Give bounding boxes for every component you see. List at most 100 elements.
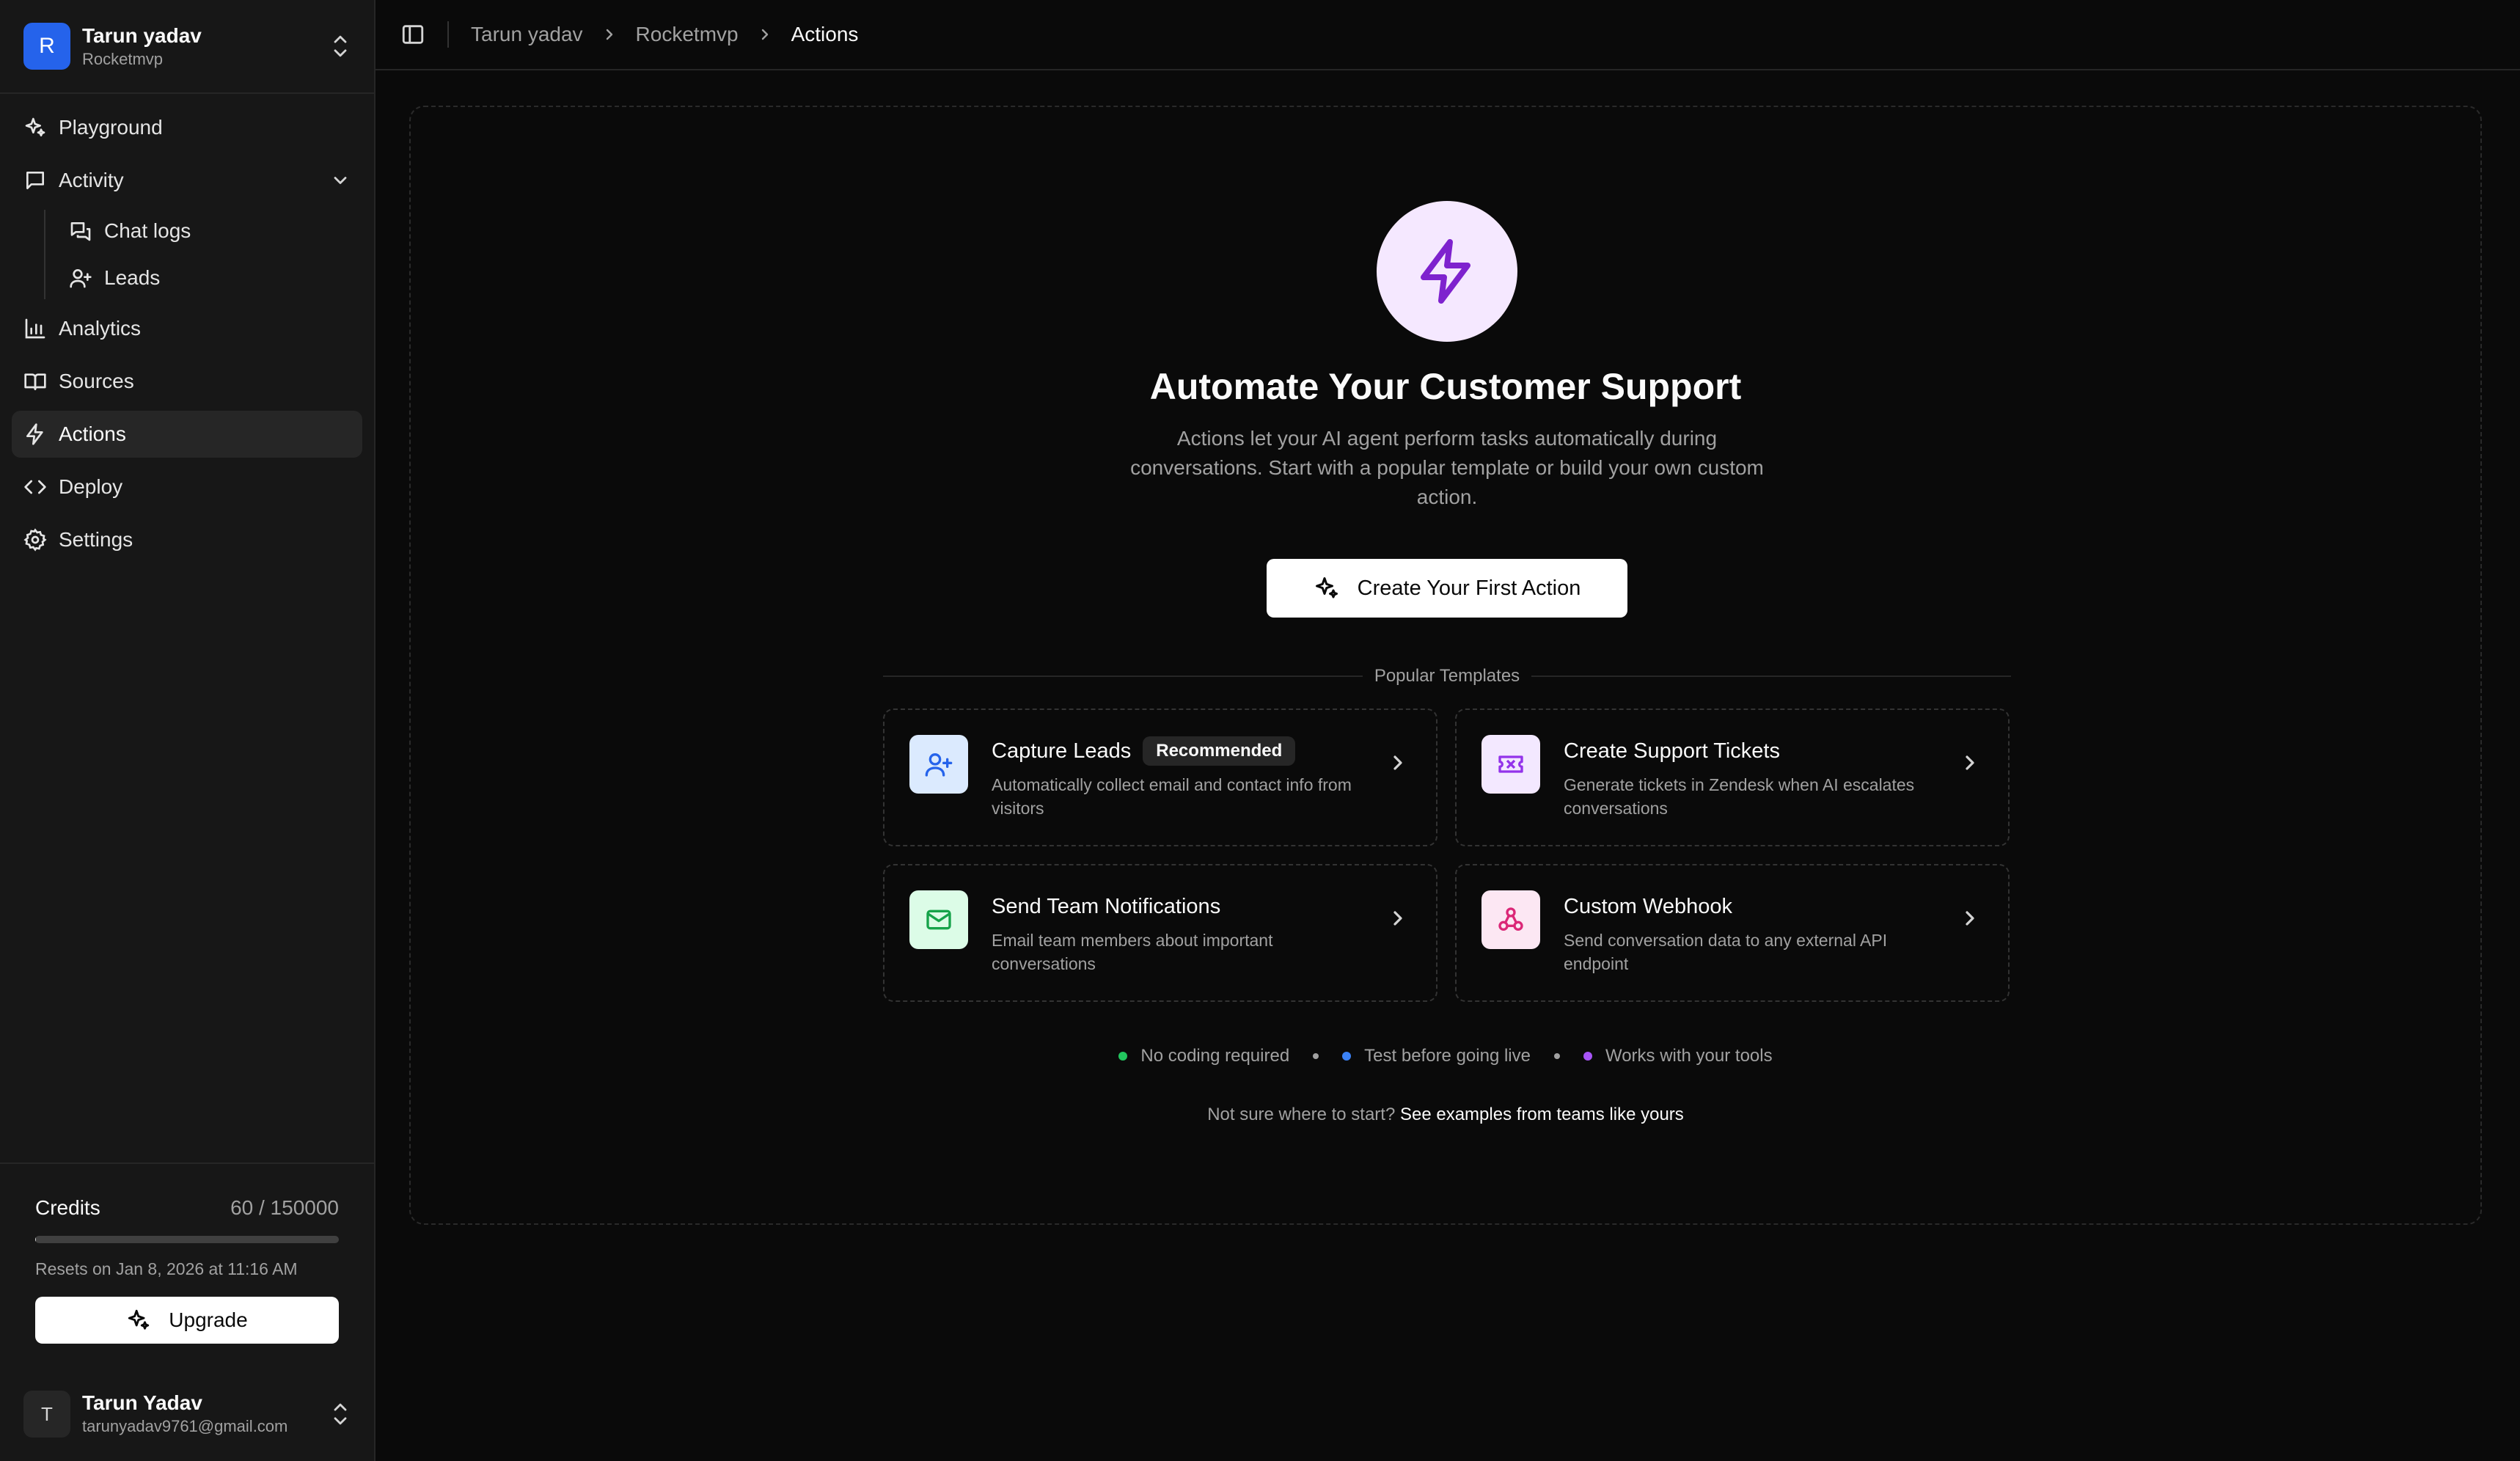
sidebar-item-actions[interactable]: Actions [12,411,362,458]
feature-item: Works with your tools [1583,1046,1773,1066]
template-title: Custom Webhook [1564,895,1732,918]
create-first-action-button[interactable]: Create Your First Action [1267,559,1627,618]
ticket-icon [1481,735,1540,794]
examples-link[interactable]: See examples from teams like yours [1400,1105,1684,1124]
feature-label: No coding required [1140,1046,1290,1066]
templates-divider: Popular Templates [883,666,2011,686]
upgrade-label: Upgrade [169,1308,248,1331]
feature-list: No coding required Test before going liv… [411,1046,2480,1066]
avatar: T [23,1391,70,1438]
sidebar-item-leads[interactable]: Leads [59,257,362,299]
template-description: Email team members about important conve… [992,931,1273,973]
chevron-right-icon [1958,751,1982,775]
upgrade-button[interactable]: Upgrade [35,1297,339,1344]
topbar: Tarun yadav Rocketmvp Actions [376,0,2520,70]
mail-icon [909,890,968,949]
help-text: Not sure where to start? See examples fr… [411,1105,2480,1125]
credits-progress-bar [35,1236,339,1243]
message-square-icon [23,169,47,192]
template-card-custom-webhook[interactable]: Custom Webhook Send conversation data to… [1455,864,2010,1002]
template-description: Generate tickets in Zendesk when AI esca… [1564,775,1915,818]
sidebar-item-label: Settings [59,528,133,551]
activity-subnav: Chat logs Leads [44,210,362,299]
sidebar-item-label: Deploy [59,475,123,498]
separator-dot [1553,1053,1560,1059]
breadcrumb-current: Actions [791,23,859,45]
feature-label: Test before going live [1364,1046,1531,1066]
credits-progress-fill [35,1236,36,1243]
sidebar-item-label: Sources [59,370,134,392]
sidebar-item-settings[interactable]: Settings [12,516,362,563]
sidebar-item-activity[interactable]: Activity [12,157,362,204]
chevron-right-icon [1958,907,1982,930]
credits-panel: Credits 60 / 150000 Resets on Jan 8, 202… [0,1164,374,1367]
sidebar-item-playground[interactable]: Playground [12,104,362,151]
status-dot [1342,1052,1352,1061]
sparkles-icon [23,116,47,139]
template-title: Capture Leads [992,739,1132,763]
page-title: Automate Your Customer Support [1149,366,1742,407]
sidebar-item-sources[interactable]: Sources [12,358,362,405]
code-icon [23,475,47,499]
chevrons-up-down-icon [334,35,347,57]
workspace-switcher[interactable]: R Tarun yadav Rocketmvp [0,0,374,94]
user-menu[interactable]: T Tarun Yadav tarunyadav9761@gmail.com [0,1367,374,1461]
template-title: Send Team Notifications [992,895,1221,918]
templates-heading: Popular Templates [1374,666,1520,686]
sidebar-item-label: Chat logs [104,219,191,242]
chevrons-up-down-icon [334,1403,347,1425]
workspace-project: Rocketmvp [82,50,164,68]
sidebar-toggle-icon[interactable] [400,22,425,47]
chevron-right-icon [1386,907,1410,930]
credits-reset-text: Resets on Jan 8, 2026 at 11:16 AM [35,1259,298,1278]
credits-label: Credits [35,1196,100,1219]
breadcrumb-workspace[interactable]: Tarun yadav [471,23,583,46]
breadcrumb: Tarun yadav Rocketmvp Actions [471,23,858,46]
user-email: tarunyadav9761@gmail.com [82,1417,288,1435]
empty-state-panel: Automate Your Customer Support Actions l… [409,106,2482,1225]
template-card-team-notifications[interactable]: Send Team Notifications Email team membe… [883,864,1437,1002]
credits-value: 60 / 150000 [230,1196,339,1219]
status-dot [1118,1052,1128,1061]
user-plus-icon [69,266,92,290]
sidebar-item-label: Playground [59,116,163,139]
feature-item: Test before going live [1342,1046,1531,1066]
workspace-avatar: R [23,23,70,70]
feature-label: Works with your tools [1605,1046,1773,1066]
template-description: Automatically collect email and contact … [992,775,1352,818]
main-area: Tarun yadav Rocketmvp Actions Automate Y… [376,0,2520,1461]
user-name: Tarun Yadav [82,1391,202,1414]
zap-icon [23,422,47,446]
sparkles-icon [126,1308,151,1333]
sparkles-icon [1314,575,1340,601]
zap-icon [1377,201,1517,342]
template-card-capture-leads[interactable]: Capture Leads Recommended Automatically … [883,708,1437,846]
breadcrumb-project[interactable]: Rocketmvp [636,23,739,46]
book-open-icon [23,370,47,393]
help-prefix: Not sure where to start? [1207,1105,1396,1124]
sidebar-footer: Credits 60 / 150000 Resets on Jan 8, 202… [0,1162,374,1461]
sidebar-item-deploy[interactable]: Deploy [12,464,362,510]
divider [447,21,449,48]
template-title: Create Support Tickets [1564,739,1780,763]
status-dot [1583,1052,1592,1061]
chevron-right-icon [1386,751,1410,775]
chevron-right-icon [756,26,774,43]
chevron-right-icon [601,26,618,43]
separator-dot [1313,1053,1319,1059]
sidebar-item-chat-logs[interactable]: Chat logs [59,210,362,252]
gear-icon [23,528,47,552]
recommended-badge: Recommended [1143,736,1296,766]
messages-icon [69,219,92,243]
sidebar-nav: Playground Activity Chat logs Leads Anal… [0,94,374,579]
sidebar-item-label: Activity [59,169,124,191]
sidebar-item-label: Leads [104,266,161,289]
user-plus-icon [909,735,968,794]
webhook-icon [1481,890,1540,949]
sidebar: R Tarun yadav Rocketmvp Playground Activ… [0,0,376,1461]
feature-item: No coding required [1118,1046,1289,1066]
sidebar-item-analytics[interactable]: Analytics [12,305,362,352]
template-card-support-tickets[interactable]: Create Support Tickets Generate tickets … [1455,708,2010,846]
bar-chart-icon [23,317,47,340]
chevron-down-icon [334,177,347,184]
